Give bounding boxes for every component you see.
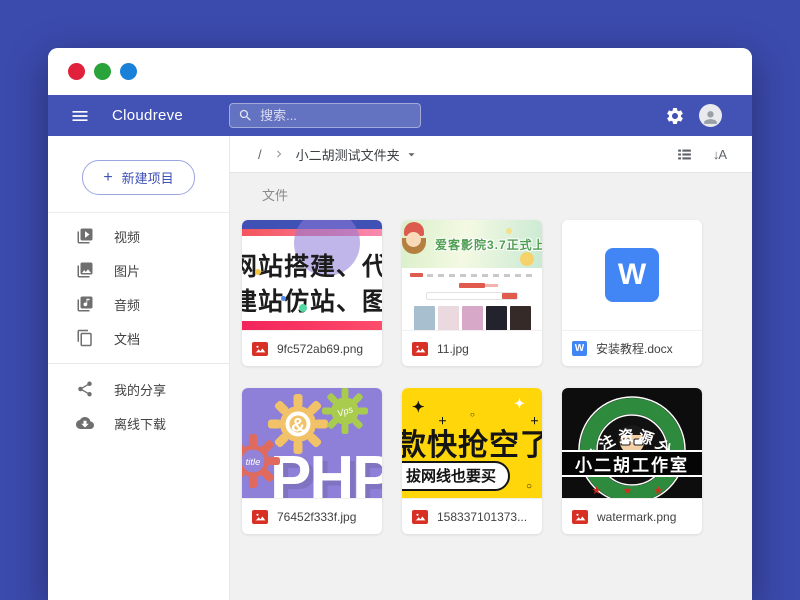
watermark-logo: 专注资源分享	[562, 388, 702, 498]
photo-library-icon	[76, 261, 94, 279]
cloud-download-icon	[76, 414, 94, 432]
word-file-icon: W	[572, 341, 587, 356]
sidebar-item-label: 视频	[114, 227, 140, 246]
stars-decoration: ★ ★ ★	[562, 484, 702, 497]
thumb-text: 建站仿站、图片	[242, 285, 382, 320]
gear-orange: &	[268, 394, 328, 454]
thumbnail-76452f333f: PHP title &	[242, 388, 382, 498]
thumbnail-1583371: ✦ ＋ ○ ✦ ＋ ○ 款快抢空了 拔网线也要买	[402, 388, 542, 498]
file-name: 11.jpg	[437, 342, 469, 356]
app-header: Cloudreve	[48, 95, 752, 136]
file-area: 文件 网站搭建、代码建站仿站、图片 9fc572ab69.png	[230, 173, 752, 600]
search-box[interactable]	[229, 103, 421, 128]
file-card[interactable]: 专注资源分享 小二胡工作室 ★ ★ ★ watermark.png	[562, 388, 702, 534]
file-card[interactable]: W W 安装教程.docx	[562, 220, 702, 366]
sidebar-item-label: 音频	[114, 295, 140, 314]
file-card[interactable]: 网站搭建、代码建站仿站、图片 9fc572ab69.png	[242, 220, 382, 366]
file-name: 76452f333f.jpg	[277, 510, 356, 524]
breadcrumb-root[interactable]: /	[258, 147, 262, 162]
sort-by-name-icon[interactable]: ↓A	[713, 147, 726, 162]
documents-icon	[76, 329, 94, 347]
file-name: 158337101373...	[437, 510, 527, 524]
new-item-label: 新建项目	[122, 168, 174, 187]
thumb-text: title	[246, 457, 261, 468]
file-name: 9fc572ab69.png	[277, 342, 363, 356]
video-library-icon	[76, 227, 94, 245]
user-avatar[interactable]	[699, 104, 722, 127]
maximize-window-button[interactable]	[120, 63, 137, 80]
menu-icon[interactable]	[70, 106, 90, 126]
sidebar-item-label: 图片	[114, 261, 140, 280]
thumbnail-watermark: 专注资源分享 小二胡工作室 ★ ★ ★	[562, 388, 702, 498]
image-file-icon	[252, 510, 268, 524]
breadcrumb-folder[interactable]: 小二胡测试文件夹	[296, 145, 419, 164]
close-window-button[interactable]	[68, 63, 85, 80]
image-file-icon	[412, 342, 428, 356]
search-icon	[238, 108, 253, 123]
sidebar-item-label: 文档	[114, 329, 140, 348]
image-file-icon	[412, 510, 428, 524]
thumb-text: 爱客影院3.7正式上线	[435, 236, 542, 253]
breadcrumb-folder-label: 小二胡测试文件夹	[296, 145, 400, 164]
sidebar-item-label: 我的分享	[114, 380, 166, 399]
breadcrumb-bar: / 小二胡测试文件夹 ↓A	[230, 136, 752, 173]
plus-icon: +	[103, 170, 112, 186]
file-card[interactable]: 爱客影院3.7正式上线	[402, 220, 542, 366]
sidebar-item-audio[interactable]: 音频	[48, 287, 229, 321]
minimize-window-button[interactable]	[94, 63, 111, 80]
person-icon	[701, 108, 720, 127]
app-title: Cloudreve	[112, 107, 183, 124]
gear-green: Vps	[322, 388, 368, 434]
image-file-icon	[572, 510, 588, 524]
search-input[interactable]	[260, 108, 410, 123]
file-card[interactable]: ✦ ＋ ○ ✦ ＋ ○ 款快抢空了 拔网线也要买 158337101373...	[402, 388, 542, 534]
chevron-right-icon	[272, 147, 286, 161]
music-library-icon	[76, 295, 94, 313]
sidebar-item-images[interactable]: 图片	[48, 253, 229, 287]
browser-window: Cloudreve + 新建项目	[48, 48, 752, 600]
thumbnail-docx: W	[562, 220, 702, 330]
thumb-text: 网站搭建、代码	[242, 250, 382, 285]
thumb-text: 拔网线也要买	[402, 461, 510, 491]
thumb-text: 小二胡工作室	[562, 450, 702, 477]
thumbnail-9fc572ab69: 网站搭建、代码建站仿站、图片	[242, 220, 382, 330]
sidebar-item-label: 离线下载	[114, 414, 166, 433]
share-icon	[76, 380, 94, 398]
window-titlebar	[48, 48, 752, 95]
chevron-down-icon	[404, 147, 419, 162]
image-file-icon	[252, 342, 268, 356]
sidebar-item-my-shares[interactable]: 我的分享	[48, 372, 229, 406]
sidebar-item-offline-download[interactable]: 离线下载	[48, 406, 229, 440]
file-name: watermark.png	[597, 510, 676, 524]
file-card[interactable]: PHP title &	[242, 388, 382, 534]
sidebar-divider	[48, 363, 229, 364]
thumb-text: 款快抢空了	[402, 420, 542, 464]
sidebar: + 新建项目 视频 图片 音频 文档	[48, 136, 230, 600]
gear-icon[interactable]	[665, 106, 685, 126]
new-item-button[interactable]: + 新建项目	[82, 160, 194, 195]
view-list-icon[interactable]	[676, 146, 693, 163]
sidebar-item-videos[interactable]: 视频	[48, 219, 229, 253]
word-icon: W	[605, 248, 659, 302]
section-label: 文件	[262, 185, 752, 204]
thumb-text: &	[291, 415, 305, 437]
sidebar-item-documents[interactable]: 文档	[48, 321, 229, 355]
thumbnail-11jpg: 爱客影院3.7正式上线	[402, 220, 542, 330]
file-name: 安装教程.docx	[596, 340, 673, 357]
file-grid: 网站搭建、代码建站仿站、图片 9fc572ab69.png	[242, 220, 752, 534]
